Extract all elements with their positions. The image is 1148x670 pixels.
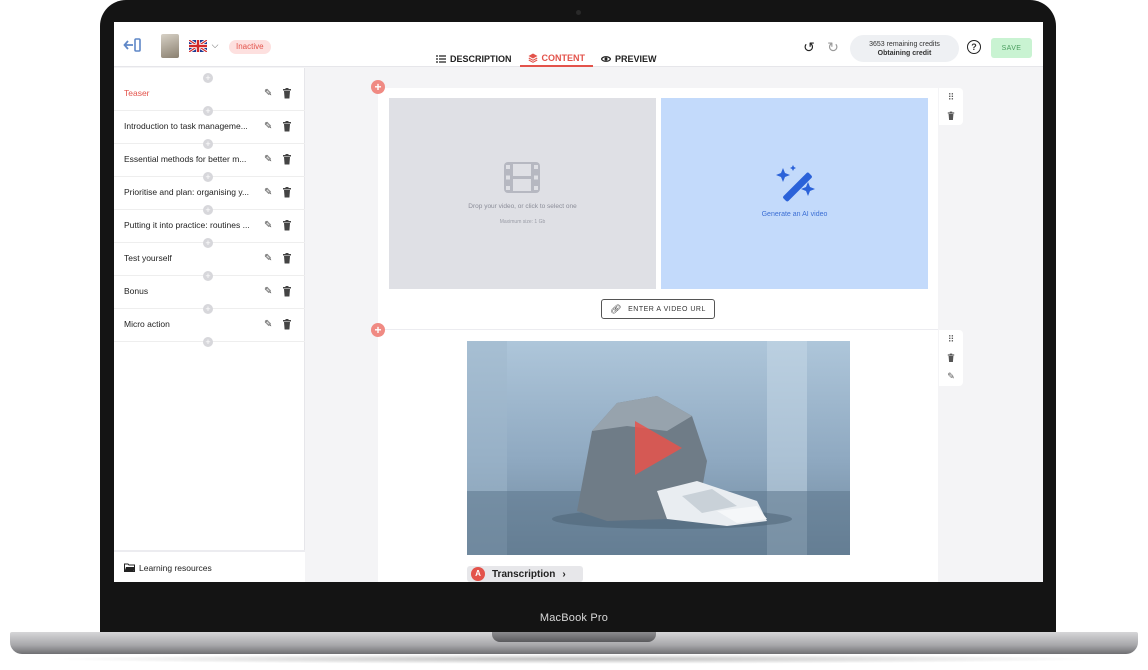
trash-icon[interactable]	[282, 319, 292, 330]
tab-content-label: CONTENT	[541, 52, 586, 63]
course-thumbnail[interactable]	[161, 34, 179, 58]
tab-description[interactable]: DESCRIPTION	[428, 50, 520, 67]
pencil-icon[interactable]: ✎	[264, 187, 274, 198]
tab-description-label: DESCRIPTION	[450, 53, 512, 64]
pencil-icon[interactable]: ✎	[264, 154, 274, 165]
video-thumbnail	[467, 341, 850, 555]
tab-preview-label: PREVIEW	[615, 53, 657, 64]
trash-icon[interactable]	[282, 286, 292, 297]
pencil-icon[interactable]: ✎	[264, 220, 274, 231]
chevron-down-icon[interactable]: ⌵	[210, 39, 220, 51]
folder-icon	[124, 563, 135, 572]
obtaining-credit-link[interactable]: Obtaining credit	[878, 50, 932, 57]
trash-icon[interactable]	[282, 88, 292, 99]
camera-dot	[576, 10, 581, 15]
list-icon	[436, 54, 446, 63]
trash-icon[interactable]	[282, 121, 292, 132]
device-model-label: MacBook Pro	[539, 612, 609, 624]
status-badge: Inactive	[229, 40, 271, 54]
eye-icon	[601, 55, 612, 62]
block-divider	[378, 329, 938, 330]
transcription-label: Transcription	[492, 568, 556, 580]
drag-handle-icon[interactable]: ⠿	[948, 334, 955, 345]
credits-pill[interactable]: 3653 remaining credits Obtaining credit	[850, 35, 959, 62]
dropzone-max-size: Maximum size: 1 Gb	[499, 219, 546, 225]
film-icon	[504, 162, 540, 193]
pencil-icon[interactable]: ✎	[264, 121, 274, 132]
section-title: Bonus	[124, 286, 149, 296]
add-block-icon[interactable]: +	[371, 323, 385, 337]
link-icon: 🔗︎	[610, 303, 623, 314]
block-toolbar-2: ⠿ ✎	[939, 330, 963, 386]
generate-ai-video-panel[interactable]: Generate an AI video	[661, 98, 928, 289]
app-screen: ⌵ Inactive DESCRIPTION CONTENT PREVIEW ↺…	[114, 22, 1043, 582]
section-title: Prioritise and plan: organising y...	[124, 187, 250, 197]
tab-content[interactable]: CONTENT	[519, 50, 594, 67]
video-player[interactable]	[467, 341, 850, 555]
redo-icon[interactable]: ↻	[826, 39, 840, 55]
trash-icon[interactable]	[947, 111, 955, 121]
trash-icon[interactable]	[282, 253, 292, 264]
section-title: Teaser	[124, 88, 150, 98]
laptop-notch	[492, 632, 656, 642]
laptop-shadow	[40, 654, 1108, 664]
block-toolbar-1: ⠿	[939, 88, 963, 125]
save-button[interactable]: SAVE	[991, 38, 1032, 58]
dropzone-text: Drop your video, or click to select one	[468, 203, 577, 210]
pencil-icon[interactable]: ✎	[264, 253, 274, 264]
laptop-frame: MacBook Pro ⌵ Inactive DESCRIPTION CONTE…	[0, 0, 1148, 670]
trash-icon[interactable]	[282, 154, 292, 165]
exit-icon[interactable]	[122, 37, 142, 53]
section-title: Micro action	[124, 319, 170, 329]
pencil-icon[interactable]: ✎	[264, 88, 274, 99]
magic-wand-icon	[776, 165, 815, 202]
top-bar: ⌵ Inactive DESCRIPTION CONTENT PREVIEW ↺…	[114, 22, 1043, 67]
pencil-icon[interactable]: ✎	[947, 371, 955, 382]
layers-icon	[528, 53, 538, 63]
learning-resources-label: Learning resources	[139, 563, 212, 573]
tab-preview[interactable]: PREVIEW	[593, 50, 665, 67]
avatar: A	[471, 567, 485, 581]
learning-resources-link[interactable]: Learning resources	[114, 550, 305, 582]
video-dropzone[interactable]: Drop your video, or click to select one …	[389, 98, 656, 289]
generate-ai-video-label: Generate an AI video	[761, 211, 828, 218]
section-title: Essential methods for better m...	[124, 154, 247, 164]
undo-icon[interactable]: ↺	[802, 39, 816, 55]
credits-remaining: 3653 remaining credits	[869, 41, 940, 48]
tab-bar: DESCRIPTION CONTENT PREVIEW	[428, 50, 665, 67]
sections-sidebar: + Teaser ✎ + Introduction to task manage…	[114, 68, 305, 582]
trash-icon[interactable]	[282, 220, 292, 231]
pencil-icon[interactable]: ✎	[264, 319, 274, 330]
chevron-right-icon: ›	[562, 568, 566, 580]
add-section-icon[interactable]: +	[203, 337, 213, 347]
pencil-icon[interactable]: ✎	[264, 286, 274, 297]
transcription-toggle[interactable]: A Transcription ›	[467, 566, 583, 582]
section-title: Test yourself	[124, 253, 172, 263]
help-icon[interactable]: ?	[967, 40, 981, 54]
drag-handle-icon[interactable]: ⠿	[948, 92, 955, 103]
enter-video-url-button[interactable]: 🔗︎ ENTER A VIDEO URL	[601, 299, 715, 319]
trash-icon[interactable]	[947, 353, 955, 363]
uk-flag-icon[interactable]	[189, 40, 207, 52]
section-title: Putting it into practice: routines ...	[124, 220, 250, 230]
section-title: Introduction to task manageme...	[124, 121, 248, 131]
trash-icon[interactable]	[282, 187, 292, 198]
add-block-icon[interactable]: +	[371, 80, 385, 94]
enter-video-url-label: ENTER A VIDEO URL	[628, 305, 706, 313]
